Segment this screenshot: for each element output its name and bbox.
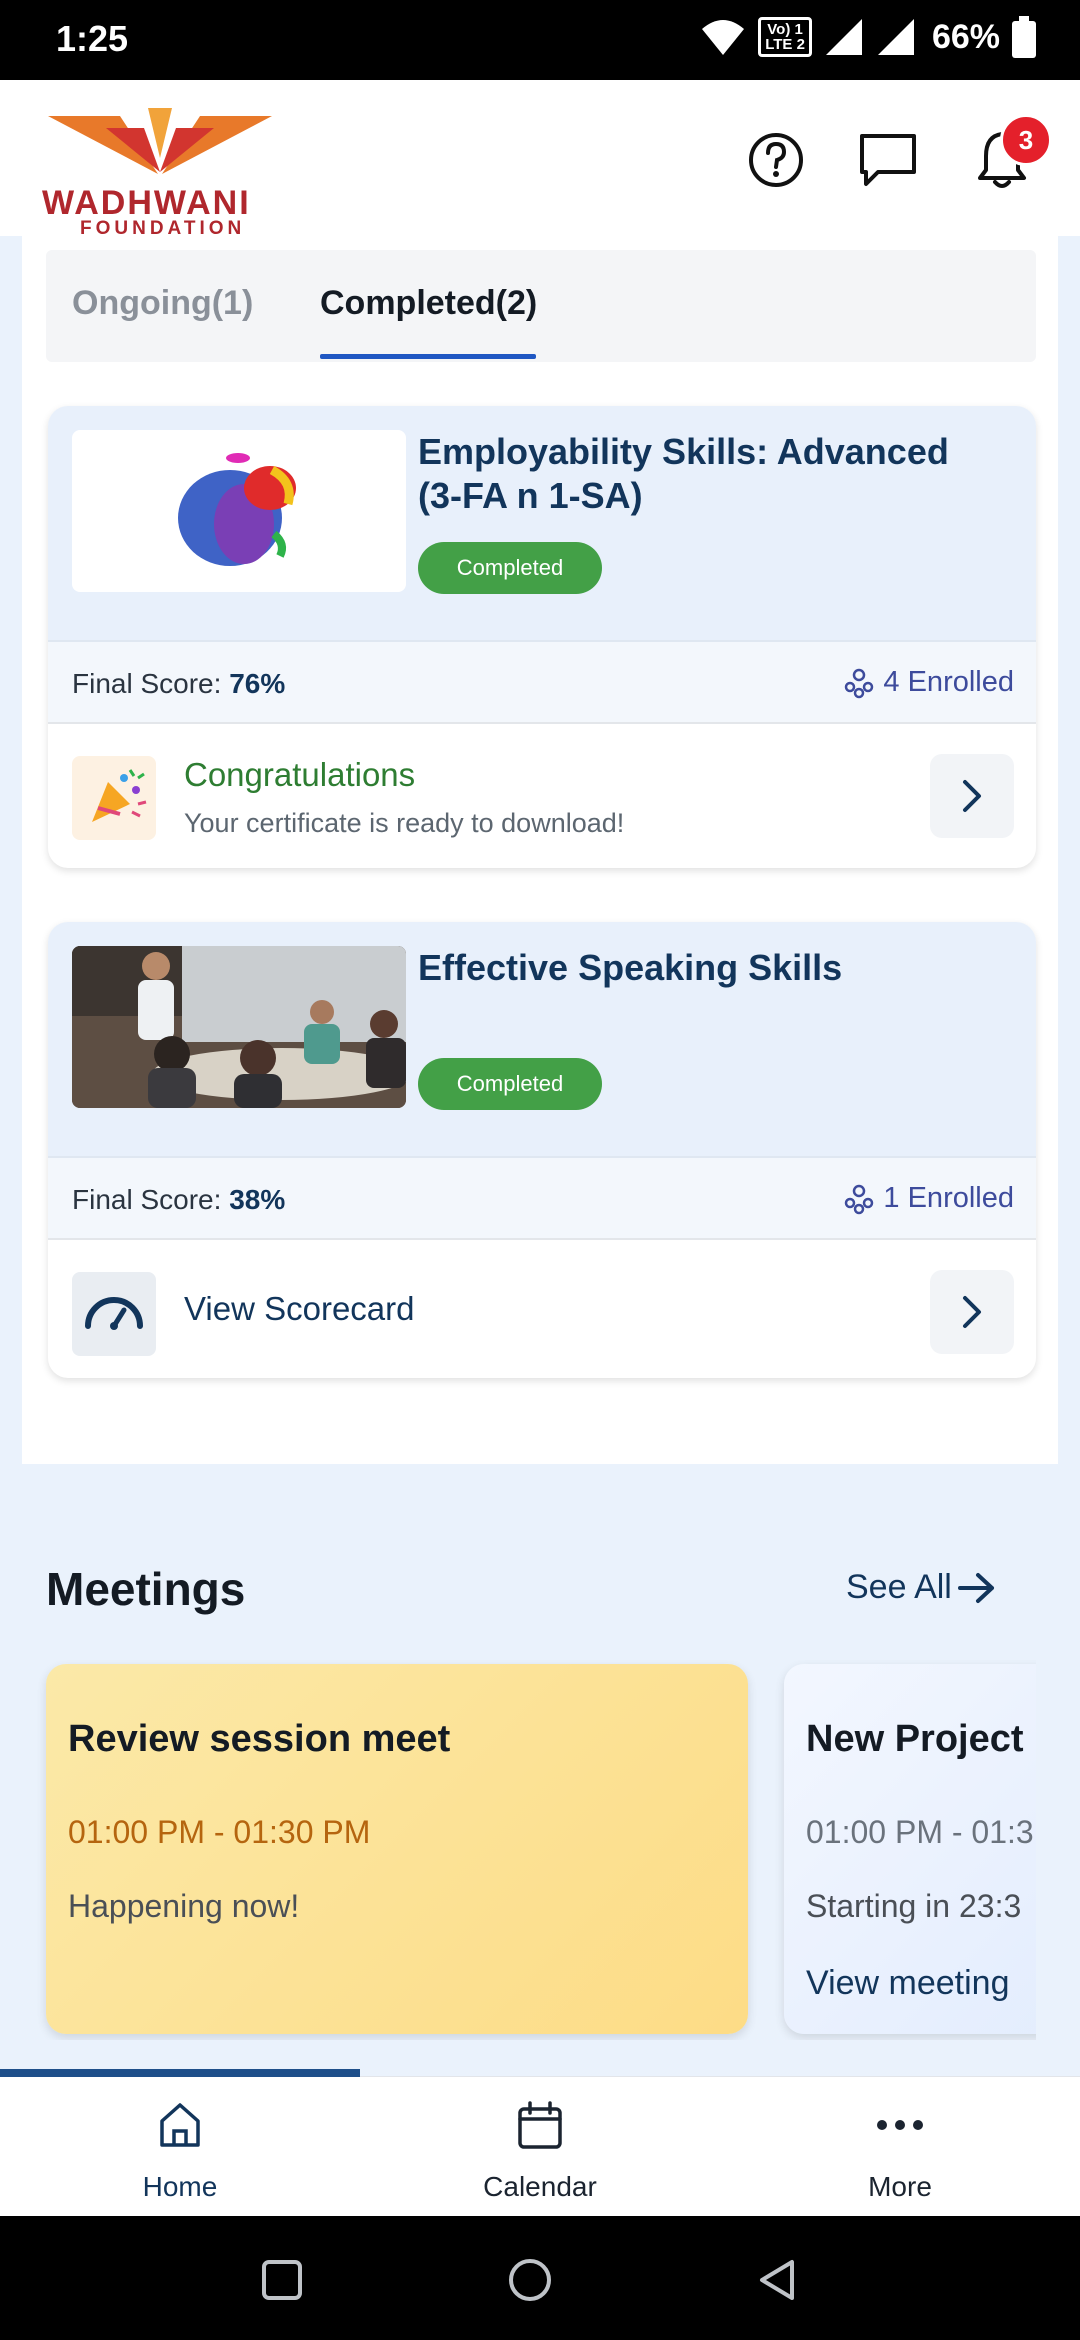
score-row: Final Score: 76% 4 Enrolled	[48, 640, 1036, 724]
final-score: Final Score: 38%	[72, 1184, 285, 1216]
signal-icon	[825, 19, 862, 55]
wifi-icon	[702, 20, 745, 55]
more-dots-icon	[877, 2120, 923, 2130]
signal-icon	[877, 19, 914, 55]
meeting-time: 01:00 PM - 01:30 PM	[68, 1814, 371, 1850]
home-icon	[160, 2103, 200, 2147]
nav-calendar-label: Calendar	[483, 2171, 597, 2202]
meeting-card[interactable]: Review session meet 01:00 PM - 01:30 PM …	[46, 1664, 748, 2034]
help-icon[interactable]	[744, 128, 808, 192]
nav-more[interactable]: More	[720, 2077, 1080, 2217]
tab-completed[interactable]: Completed(2)	[320, 284, 537, 323]
meeting-title: Review session meet	[68, 1718, 451, 1760]
group-icon	[845, 668, 874, 698]
course-thumbnail	[72, 430, 406, 592]
meeting-status: Happening now!	[68, 1888, 300, 1924]
final-score-value: 38%	[229, 1184, 286, 1215]
see-all-link[interactable]: See All	[846, 1568, 996, 1607]
score-row: Final Score: 38% 1 Enrolled	[48, 1156, 1036, 1240]
certificate-chevron-button[interactable]	[930, 754, 1014, 838]
chevron-right-icon	[963, 1296, 981, 1328]
chat-icon[interactable]	[856, 128, 920, 192]
nav-home[interactable]: Home	[0, 2077, 360, 2217]
enrolled-count: 4 Enrolled	[843, 666, 1014, 699]
view-meeting-link[interactable]: View meeting	[806, 1964, 1010, 2003]
nav-calendar[interactable]: Calendar	[360, 2077, 720, 2217]
course-title[interactable]: Employability Skills: Advanced (3-FA n 1…	[418, 430, 998, 518]
meeting-title: New Project	[806, 1718, 1024, 1760]
nav-more-label: More	[868, 2171, 932, 2202]
courses-panel: Ongoing(1) Completed(2) Employability Sk…	[22, 236, 1058, 1464]
active-tab-indicator	[320, 354, 536, 359]
meetings-heading: Meetings	[46, 1563, 246, 1615]
certificate-ready-text: Your certificate is ready to download!	[184, 808, 625, 838]
download-certificate-row[interactable]: Congratulations Your certificate is read…	[48, 726, 1036, 866]
view-scorecard-label: View Scorecard	[184, 1290, 415, 1327]
status-time: 1:25	[56, 18, 129, 59]
course-thumbnail	[72, 946, 406, 1108]
meeting-card[interactable]: New Project 01:00 PM - 01:3 Starting in …	[784, 1664, 1036, 2034]
status-badge: Completed	[418, 1058, 602, 1110]
meeting-status: Starting in 23:3	[806, 1888, 1022, 1924]
meeting-time: 01:00 PM - 01:3	[806, 1814, 1034, 1850]
enrolled-count: 1 Enrolled	[843, 1182, 1014, 1215]
logo-mark-icon	[48, 108, 272, 174]
final-score-label: Final Score:	[72, 1184, 222, 1215]
group-icon	[845, 1184, 874, 1214]
final-score: Final Score: 76%	[72, 668, 285, 700]
gauge-icon	[72, 1272, 156, 1356]
wadhwani-logo[interactable]: WADHWANI FOUNDATION	[40, 102, 280, 239]
chevron-right-icon	[963, 780, 981, 812]
system-navigation-bar	[0, 2216, 1080, 2340]
notification-badge: 3	[1000, 114, 1052, 166]
course-tabs: Ongoing(1) Completed(2)	[46, 250, 1036, 362]
battery-percent: 66%	[931, 17, 1000, 56]
app-header: WADHWANI FOUNDATION 3	[0, 80, 1080, 239]
back-triangle-icon[interactable]	[754, 2256, 802, 2304]
meetings-carousel[interactable]: Review session meet 01:00 PM - 01:30 PM …	[0, 1660, 1036, 2040]
home-circle-icon[interactable]	[506, 2256, 554, 2304]
active-nav-indicator	[0, 2069, 360, 2077]
view-scorecard-row[interactable]: View Scorecard	[48, 1242, 1036, 1378]
party-popper-icon	[72, 756, 156, 840]
battery-icon	[1012, 16, 1036, 58]
final-score-label: Final Score:	[72, 668, 222, 699]
course-card[interactable]: Effective Speaking Skills Completed Fina…	[48, 922, 1036, 1378]
course-title[interactable]: Effective Speaking Skills	[418, 946, 998, 990]
congratulations-title: Congratulations	[184, 756, 416, 793]
course-logo-image	[178, 453, 296, 566]
lte-badge: Vo) 1 LTE 2	[758, 17, 812, 57]
final-score-value: 76%	[229, 668, 286, 699]
status-bar: 1:25 Vo) 1 LTE 2 66%	[0, 0, 1080, 80]
nav-home-label: Home	[142, 2171, 218, 2202]
arrow-right-icon	[957, 1572, 994, 1603]
calendar-icon	[518, 2101, 562, 2149]
status-indicators: Vo) 1 LTE 2 66%	[700, 16, 1036, 58]
scorecard-chevron-button[interactable]	[930, 1270, 1014, 1354]
bottom-navigation: Home Calendar More	[0, 2069, 1080, 2217]
recent-apps-icon[interactable]	[258, 2256, 306, 2304]
meeting-room-photo	[72, 946, 406, 1108]
tab-ongoing[interactable]: Ongoing(1)	[72, 284, 253, 323]
status-badge: Completed	[418, 542, 602, 594]
course-card[interactable]: Employability Skills: Advanced (3-FA n 1…	[48, 406, 1036, 868]
